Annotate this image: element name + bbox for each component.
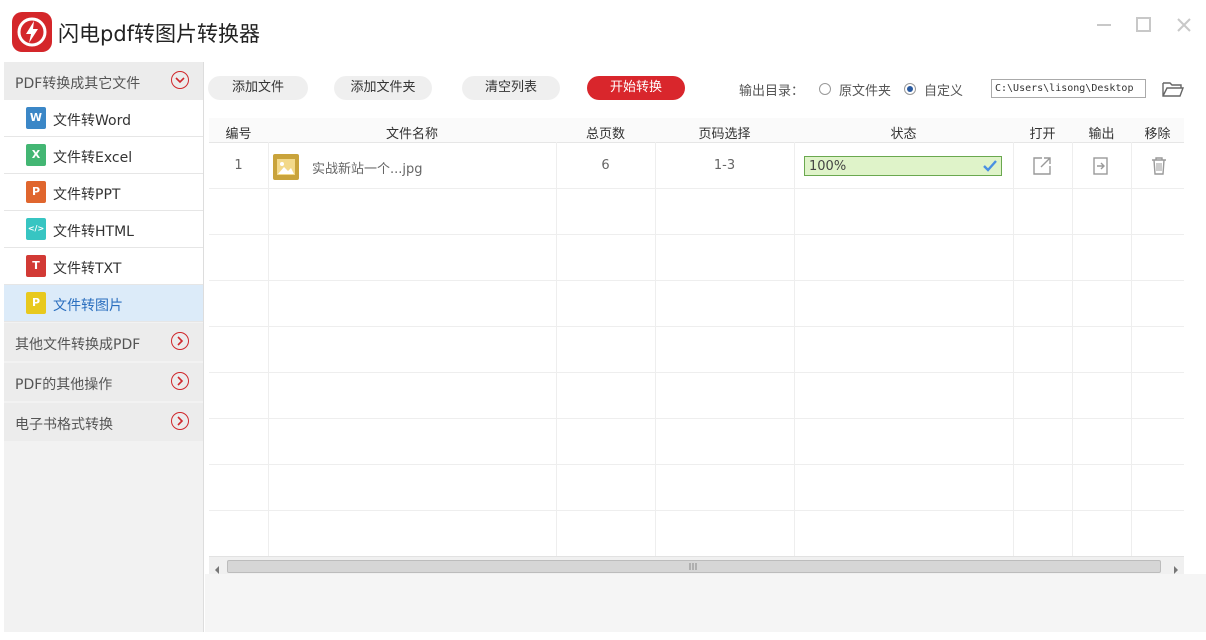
excel-file-icon: X [26, 144, 46, 166]
status-area [205, 574, 1206, 632]
add-folder-button[interactable]: 添加文件夹 [334, 76, 432, 100]
col-header-total-pages: 总页数 [585, 127, 625, 142]
row-divider [209, 234, 1184, 235]
sidebar-item-ppt[interactable]: P 文件转PPT [4, 174, 203, 211]
scrollbar-thumb[interactable] [227, 560, 1161, 573]
start-convert-button[interactable]: 开始转换 [587, 76, 685, 100]
radio-custom[interactable] [904, 83, 916, 95]
row-divider [209, 418, 1184, 419]
column-divider [556, 142, 557, 556]
radio-original-folder[interactable] [819, 83, 831, 95]
col-header-output: 输出 [1088, 127, 1115, 142]
row-divider [209, 372, 1184, 373]
row-divider [209, 510, 1184, 511]
col-header-page-range: 页码选择 [698, 127, 751, 142]
output-file-icon[interactable] [1092, 156, 1110, 176]
chevron-right-icon [171, 372, 189, 390]
sidebar-item-label: 文件转图片 [53, 298, 123, 314]
maximize-icon[interactable] [1133, 14, 1155, 36]
title-bar: 闪电pdf转图片转换器 [0, 0, 1206, 62]
image-thumbnail-icon [273, 154, 299, 180]
add-file-button[interactable]: 添加文件 [208, 76, 308, 100]
progress-text: 100% [809, 159, 847, 174]
row-divider [209, 464, 1184, 465]
check-icon [983, 160, 997, 172]
sidebar: PDF转换成其它文件 W 文件转Word X 文件转Excel P 文件转PPT… [4, 62, 204, 632]
folder-open-icon[interactable] [1161, 79, 1185, 99]
sidebar-section-label: 电子书格式转换 [15, 417, 113, 433]
progress-bar: 100% [804, 156, 1002, 176]
col-header-open: 打开 [1029, 127, 1056, 142]
clear-list-button[interactable]: 清空列表 [462, 76, 560, 100]
html-file-icon: </> [26, 218, 46, 240]
column-divider [268, 142, 269, 556]
file-name: 实战新站一个...jpg [312, 162, 423, 177]
page-range-field[interactable]: 1-3 [655, 158, 794, 173]
sidebar-section-other-to-pdf[interactable]: 其他文件转换成PDF [4, 323, 203, 361]
close-icon[interactable] [1173, 14, 1195, 36]
column-divider [1013, 142, 1014, 556]
chevron-down-icon [171, 71, 189, 89]
row-index: 1 [234, 158, 243, 173]
sidebar-section-label: 其他文件转换成PDF [15, 337, 141, 353]
row-divider [209, 280, 1184, 281]
window-frame-bottom [0, 632, 1206, 640]
horizontal-scrollbar[interactable] [209, 556, 1184, 574]
sidebar-item-label: 文件转Excel [53, 150, 133, 166]
file-table: 编号 文件名称 总页数 页码选择 状态 打开 输出 移除 1 实战新站一个...… [209, 118, 1184, 556]
sidebar-section-pdf-to-other[interactable]: PDF转换成其它文件 [4, 62, 203, 100]
app-logo-icon [12, 12, 52, 52]
sidebar-section-label: PDF的其他操作 [15, 377, 113, 393]
col-header-index: 编号 [225, 127, 252, 142]
table-header: 编号 文件名称 总页数 页码选择 状态 打开 输出 移除 [209, 118, 1184, 143]
minimize-icon[interactable] [1093, 14, 1115, 36]
col-header-filename: 文件名称 [385, 127, 438, 142]
sidebar-section-ebook[interactable]: 电子书格式转换 [4, 403, 203, 441]
column-divider [1072, 142, 1073, 556]
sidebar-section-pdf-other-ops[interactable]: PDF的其他操作 [4, 363, 203, 401]
sidebar-item-word[interactable]: W 文件转Word [4, 100, 203, 137]
chevron-right-icon [171, 412, 189, 430]
trash-icon[interactable] [1150, 156, 1168, 176]
toolbar: 添加文件 添加文件夹 清空列表 开始转换 输出目录： 原文件夹 自定义 C:\U… [205, 62, 1206, 114]
image-file-icon: P [26, 292, 46, 314]
sidebar-item-label: 文件转Word [53, 113, 131, 129]
row-divider [209, 326, 1184, 327]
sidebar-item-txt[interactable]: T 文件转TXT [4, 248, 203, 285]
ppt-file-icon: P [26, 181, 46, 203]
sidebar-item-label: 文件转HTML [53, 224, 134, 240]
chevron-right-icon [171, 332, 189, 350]
open-external-icon[interactable] [1032, 156, 1052, 176]
sidebar-item-html[interactable]: </> 文件转HTML [4, 211, 203, 248]
output-dir-label: 输出目录： [739, 84, 805, 99]
column-divider [794, 142, 795, 556]
radio-custom-label[interactable]: 自定义 [924, 80, 963, 99]
sidebar-item-excel[interactable]: X 文件转Excel [4, 137, 203, 174]
sidebar-item-label: 文件转TXT [53, 261, 122, 277]
output-path-field[interactable]: C:\Users\lisong\Desktop [991, 79, 1146, 98]
total-pages: 6 [601, 158, 610, 173]
column-divider [655, 142, 656, 556]
sidebar-section-label: PDF转换成其它文件 [15, 76, 141, 92]
sidebar-item-image[interactable]: P 文件转图片 [4, 285, 203, 322]
radio-original-folder-label[interactable]: 原文件夹 [839, 80, 891, 99]
txt-file-icon: T [26, 255, 46, 277]
sidebar-item-label: 文件转PPT [53, 187, 121, 203]
row-divider [209, 188, 1184, 189]
col-header-status: 状态 [890, 127, 917, 142]
col-header-remove: 移除 [1144, 127, 1171, 142]
app-title: 闪电pdf转图片转换器 [58, 22, 261, 46]
column-divider [1131, 142, 1132, 556]
word-file-icon: W [26, 107, 46, 129]
